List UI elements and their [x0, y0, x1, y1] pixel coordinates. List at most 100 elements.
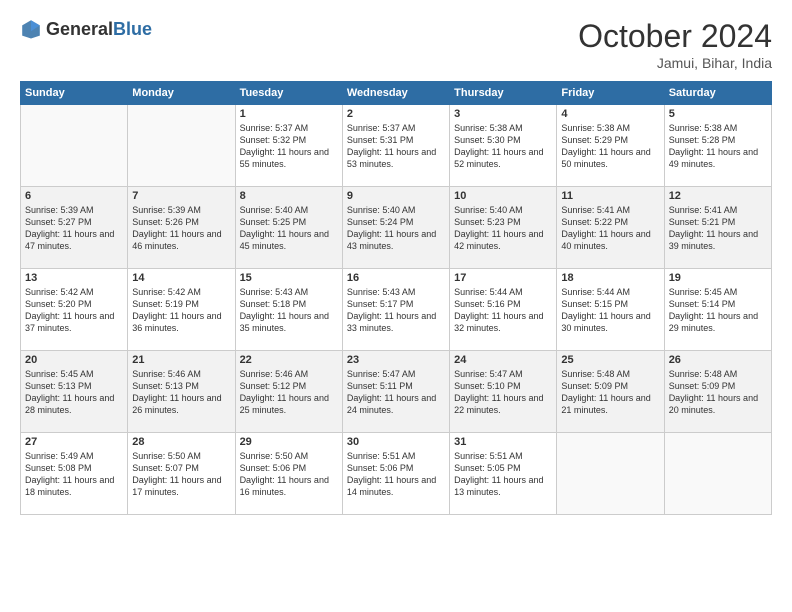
cell-info: Sunrise: 5:39 AM Sunset: 5:27 PM Dayligh…	[25, 204, 123, 253]
day-number: 18	[561, 272, 659, 284]
calendar-cell: 4 Sunrise: 5:38 AM Sunset: 5:29 PM Daylig…	[557, 105, 664, 187]
location: Jamui, Bihar, India	[578, 55, 772, 71]
cell-info: Sunrise: 5:46 AM Sunset: 5:12 PM Dayligh…	[240, 368, 338, 417]
cell-info: Sunrise: 5:46 AM Sunset: 5:13 PM Dayligh…	[132, 368, 230, 417]
cell-info: Sunrise: 5:38 AM Sunset: 5:29 PM Dayligh…	[561, 122, 659, 171]
cell-info: Sunrise: 5:47 AM Sunset: 5:10 PM Dayligh…	[454, 368, 552, 417]
cell-info: Sunrise: 5:42 AM Sunset: 5:20 PM Dayligh…	[25, 286, 123, 335]
calendar-cell: 2 Sunrise: 5:37 AM Sunset: 5:31 PM Daylig…	[342, 105, 449, 187]
weekday-thursday: Thursday	[450, 82, 557, 105]
day-number: 31	[454, 436, 552, 448]
calendar-cell: 15Sunrise: 5:43 AM Sunset: 5:18 PM Dayli…	[235, 269, 342, 351]
day-number: 9	[347, 190, 445, 202]
calendar-cell: 28Sunrise: 5:50 AM Sunset: 5:07 PM Dayli…	[128, 433, 235, 515]
cell-info: Sunrise: 5:51 AM Sunset: 5:05 PM Dayligh…	[454, 450, 552, 499]
day-number: 12	[669, 190, 767, 202]
day-number: 5	[669, 108, 767, 120]
day-number: 13	[25, 272, 123, 284]
calendar-cell: 18 Sunrise: 5:44 AM Sunset: 5:15 PM Dayli…	[557, 269, 664, 351]
weekday-wednesday: Wednesday	[342, 82, 449, 105]
day-number: 17	[454, 272, 552, 284]
cell-info: Sunrise: 5:43 AM Sunset: 5:17 PM Dayligh…	[347, 286, 445, 335]
day-number: 10	[454, 190, 552, 202]
day-number: 30	[347, 436, 445, 448]
cell-info: Sunrise: 5:38 AM Sunset: 5:30 PM Dayligh…	[454, 122, 552, 171]
page: GeneralBlue October 2024 Jamui, Bihar, I…	[0, 0, 792, 612]
cell-info: Sunrise: 5:42 AM Sunset: 5:19 PM Dayligh…	[132, 286, 230, 335]
cell-info: Sunrise: 5:51 AM Sunset: 5:06 PM Dayligh…	[347, 450, 445, 499]
calendar-cell: 26Sunrise: 5:48 AM Sunset: 5:09 PM Dayli…	[664, 351, 771, 433]
day-number: 15	[240, 272, 338, 284]
cell-info: Sunrise: 5:45 AM Sunset: 5:13 PM Dayligh…	[25, 368, 123, 417]
day-number: 19	[669, 272, 767, 284]
logo-icon	[20, 18, 42, 40]
logo: GeneralBlue	[20, 18, 152, 40]
day-number: 16	[347, 272, 445, 284]
calendar-body: 1 Sunrise: 5:37 AM Sunset: 5:32 PM Daylig…	[21, 105, 772, 515]
calendar-cell: 22Sunrise: 5:46 AM Sunset: 5:12 PM Dayli…	[235, 351, 342, 433]
logo-blue: Blue	[113, 19, 152, 39]
cell-info: Sunrise: 5:41 AM Sunset: 5:22 PM Dayligh…	[561, 204, 659, 253]
day-number: 1	[240, 108, 338, 120]
calendar-cell: 9 Sunrise: 5:40 AM Sunset: 5:24 PM Daylig…	[342, 187, 449, 269]
calendar-cell: 12 Sunrise: 5:41 AM Sunset: 5:21 PM Dayli…	[664, 187, 771, 269]
day-number: 11	[561, 190, 659, 202]
cell-info: Sunrise: 5:44 AM Sunset: 5:15 PM Dayligh…	[561, 286, 659, 335]
header: GeneralBlue October 2024 Jamui, Bihar, I…	[20, 18, 772, 71]
cell-info: Sunrise: 5:40 AM Sunset: 5:23 PM Dayligh…	[454, 204, 552, 253]
calendar-cell: 27 Sunrise: 5:49 AM Sunset: 5:08 PM Dayli…	[21, 433, 128, 515]
calendar-cell: 16 Sunrise: 5:43 AM Sunset: 5:17 PM Dayli…	[342, 269, 449, 351]
calendar-cell: 25 Sunrise: 5:48 AM Sunset: 5:09 PM Dayli…	[557, 351, 664, 433]
calendar-week-0: 1 Sunrise: 5:37 AM Sunset: 5:32 PM Daylig…	[21, 105, 772, 187]
calendar-cell	[557, 433, 664, 515]
cell-info: Sunrise: 5:37 AM Sunset: 5:31 PM Dayligh…	[347, 122, 445, 171]
day-number: 27	[25, 436, 123, 448]
calendar-cell: 14 Sunrise: 5:42 AM Sunset: 5:19 PM Dayli…	[128, 269, 235, 351]
calendar-cell: 8 Sunrise: 5:40 AM Sunset: 5:25 PM Daylig…	[235, 187, 342, 269]
cell-info: Sunrise: 5:44 AM Sunset: 5:16 PM Dayligh…	[454, 286, 552, 335]
day-number: 6	[25, 190, 123, 202]
calendar-week-4: 27 Sunrise: 5:49 AM Sunset: 5:08 PM Dayli…	[21, 433, 772, 515]
calendar-cell	[128, 105, 235, 187]
cell-info: Sunrise: 5:41 AM Sunset: 5:21 PM Dayligh…	[669, 204, 767, 253]
day-number: 29	[240, 436, 338, 448]
cell-info: Sunrise: 5:49 AM Sunset: 5:08 PM Dayligh…	[25, 450, 123, 499]
calendar-cell: 19 Sunrise: 5:45 AM Sunset: 5:14 PM Dayli…	[664, 269, 771, 351]
cell-info: Sunrise: 5:39 AM Sunset: 5:26 PM Dayligh…	[132, 204, 230, 253]
calendar-cell: 17 Sunrise: 5:44 AM Sunset: 5:16 PM Dayli…	[450, 269, 557, 351]
day-number: 28	[132, 436, 230, 448]
day-number: 4	[561, 108, 659, 120]
calendar-cell: 6 Sunrise: 5:39 AM Sunset: 5:27 PM Daylig…	[21, 187, 128, 269]
cell-info: Sunrise: 5:40 AM Sunset: 5:24 PM Dayligh…	[347, 204, 445, 253]
day-number: 2	[347, 108, 445, 120]
logo-general: General	[46, 19, 113, 39]
calendar-cell: 29 Sunrise: 5:50 AM Sunset: 5:06 PM Dayli…	[235, 433, 342, 515]
calendar-cell: 5Sunrise: 5:38 AM Sunset: 5:28 PM Daylig…	[664, 105, 771, 187]
cell-info: Sunrise: 5:48 AM Sunset: 5:09 PM Dayligh…	[561, 368, 659, 417]
cell-info: Sunrise: 5:48 AM Sunset: 5:09 PM Dayligh…	[669, 368, 767, 417]
day-number: 7	[132, 190, 230, 202]
day-number: 25	[561, 354, 659, 366]
cell-info: Sunrise: 5:47 AM Sunset: 5:11 PM Dayligh…	[347, 368, 445, 417]
cell-info: Sunrise: 5:45 AM Sunset: 5:14 PM Dayligh…	[669, 286, 767, 335]
logo-text: GeneralBlue	[46, 19, 152, 40]
day-number: 8	[240, 190, 338, 202]
month-title: October 2024	[578, 18, 772, 55]
calendar-week-3: 20Sunrise: 5:45 AM Sunset: 5:13 PM Dayli…	[21, 351, 772, 433]
title-block: October 2024 Jamui, Bihar, India	[578, 18, 772, 71]
day-number: 14	[132, 272, 230, 284]
calendar-cell: 24 Sunrise: 5:47 AM Sunset: 5:10 PM Dayli…	[450, 351, 557, 433]
day-number: 24	[454, 354, 552, 366]
calendar-cell: 20Sunrise: 5:45 AM Sunset: 5:13 PM Dayli…	[21, 351, 128, 433]
weekday-friday: Friday	[557, 82, 664, 105]
calendar-cell: 30 Sunrise: 5:51 AM Sunset: 5:06 PM Dayli…	[342, 433, 449, 515]
cell-info: Sunrise: 5:50 AM Sunset: 5:06 PM Dayligh…	[240, 450, 338, 499]
weekday-tuesday: Tuesday	[235, 82, 342, 105]
cell-info: Sunrise: 5:37 AM Sunset: 5:32 PM Dayligh…	[240, 122, 338, 171]
calendar-week-2: 13 Sunrise: 5:42 AM Sunset: 5:20 PM Dayli…	[21, 269, 772, 351]
calendar-cell: 3Sunrise: 5:38 AM Sunset: 5:30 PM Daylig…	[450, 105, 557, 187]
cell-info: Sunrise: 5:40 AM Sunset: 5:25 PM Dayligh…	[240, 204, 338, 253]
calendar-cell: 7 Sunrise: 5:39 AM Sunset: 5:26 PM Daylig…	[128, 187, 235, 269]
day-number: 21	[132, 354, 230, 366]
weekday-monday: Monday	[128, 82, 235, 105]
